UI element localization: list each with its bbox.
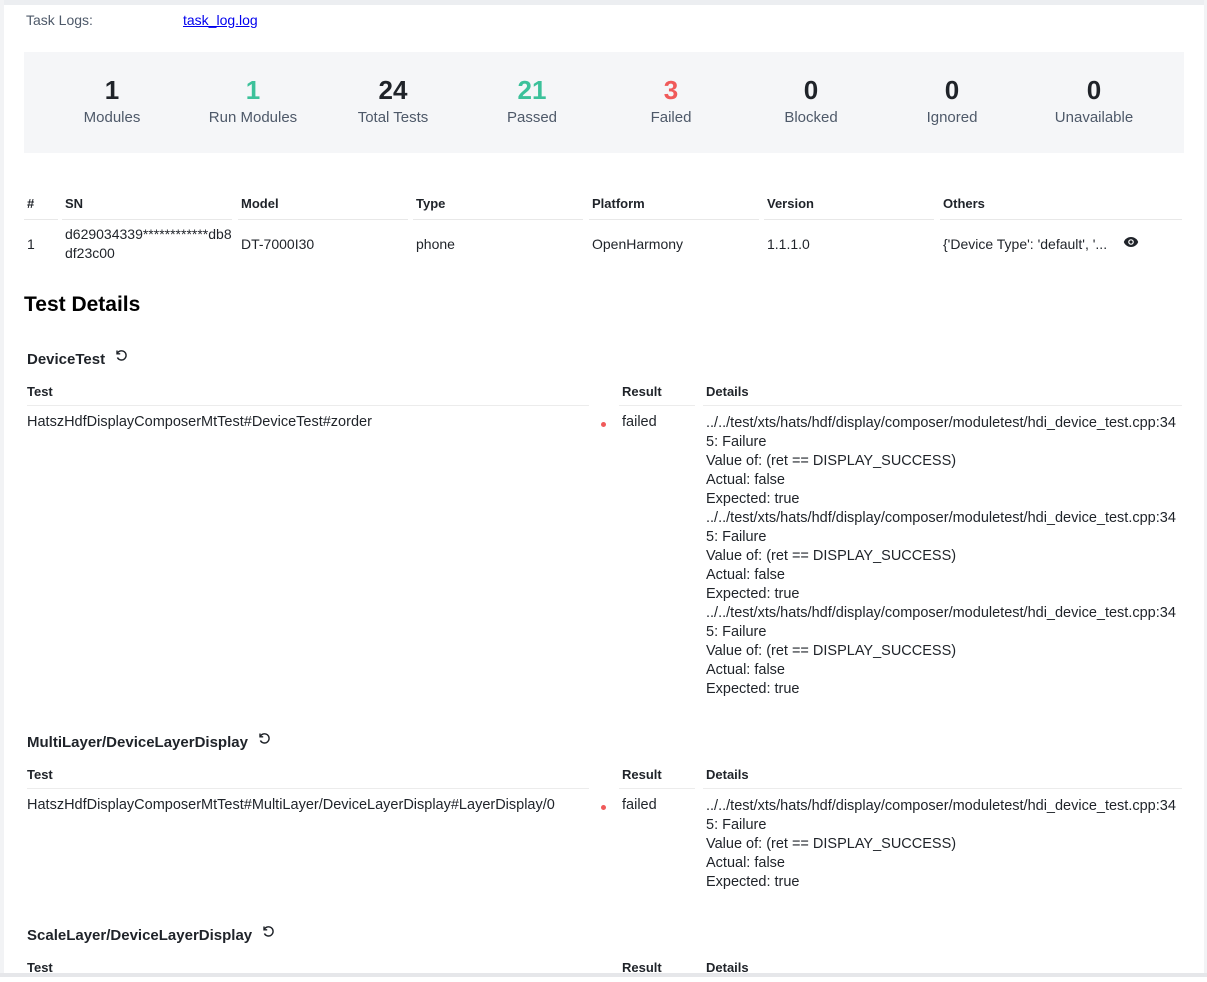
stat-label: Ignored	[926, 109, 978, 126]
column-header-result: Result	[622, 960, 662, 975]
failed-status-dot	[601, 805, 606, 810]
test-table-header: Test Result Details	[27, 767, 1182, 789]
group-name: DeviceTest	[27, 351, 106, 368]
stat-value: 0	[944, 75, 960, 105]
device-others: {'Device Type': 'default', '...	[943, 236, 1108, 252]
stat-label: Total Tests	[357, 109, 429, 126]
stat-label: Failed	[650, 109, 692, 126]
task-logs-label: Task Logs:	[26, 12, 93, 28]
device-version: 1.1.1.0	[767, 236, 810, 252]
test-name: HatszHdfDisplayComposerMtTest#MultiLayer…	[27, 797, 555, 813]
column-header-test: Test	[27, 767, 53, 782]
table-row: 1 d629034339************db8df23c00 DT-70…	[24, 220, 1184, 268]
test-name: HatszHdfDisplayComposerMtTest#DeviceTest…	[27, 414, 372, 430]
task-log-link[interactable]: task_log.log	[183, 12, 258, 28]
stat-value: 0	[803, 75, 819, 105]
group-title-scalelayer: ScaleLayer/DeviceLayerDisplay	[27, 924, 275, 944]
test-result: failed	[622, 797, 657, 813]
stat-unavailable: 0 Unavailable	[1024, 74, 1164, 128]
window-top-border	[0, 0, 1207, 5]
device-table: # SN Model Type Platform Version Others …	[24, 192, 1184, 268]
column-header-others: Others	[943, 196, 985, 211]
reload-icon[interactable]	[114, 348, 128, 366]
stat-passed: 21 Passed	[462, 74, 602, 128]
device-table-header: # SN Model Type Platform Version Others	[24, 192, 1184, 220]
stat-value: 3	[663, 75, 679, 105]
device-model: DT-7000I30	[241, 236, 315, 252]
column-header-result: Result	[622, 767, 662, 782]
stat-value: 24	[378, 75, 408, 105]
summary-stats-panel: 1 Modules 1 Run Modules 24 Total Tests 2…	[24, 52, 1184, 153]
stat-label: Modules	[83, 109, 141, 126]
column-header-details: Details	[706, 384, 749, 399]
group-name: MultiLayer/DeviceLayerDisplay	[27, 734, 248, 751]
column-header-version: Version	[767, 196, 814, 211]
failed-status-dot	[601, 422, 606, 427]
stat-run-modules: 1 Run Modules	[183, 74, 323, 128]
test-details-title: Test Details	[24, 293, 141, 316]
device-index: 1	[27, 236, 35, 252]
stat-modules: 1 Modules	[42, 74, 182, 128]
header-divider	[703, 405, 1182, 406]
group-title-multilayer: MultiLayer/DeviceLayerDisplay	[27, 731, 271, 751]
column-header-details: Details	[706, 767, 749, 782]
test-details-text: ../../test/xts/hats/hdf/display/composer…	[706, 798, 1176, 890]
group-title-devicetest: DeviceTest	[27, 348, 128, 368]
column-header-test: Test	[27, 384, 53, 399]
stat-label: Run Modules	[208, 109, 298, 126]
column-header-type: Type	[416, 196, 446, 211]
test-table-header: Test Result Details	[27, 384, 1182, 406]
device-sn: d629034339************db8df23c00	[65, 226, 232, 261]
stat-value: 1	[245, 75, 261, 105]
column-header-details: Details	[706, 960, 749, 975]
column-header-test: Test	[27, 960, 53, 975]
header-divider	[619, 405, 695, 406]
device-platform: OpenHarmony	[592, 236, 684, 252]
device-type: phone	[416, 236, 455, 252]
stat-failed: 3 Failed	[601, 74, 741, 128]
column-header-model: Model	[241, 196, 279, 211]
test-details-text: ../../test/xts/hats/hdf/display/composer…	[706, 415, 1176, 697]
window-left-border	[0, 0, 4, 977]
header-divider	[27, 405, 589, 406]
column-header-platform: Platform	[592, 196, 645, 211]
stat-blocked: 0 Blocked	[741, 74, 881, 128]
stat-total-tests: 24 Total Tests	[323, 74, 463, 128]
stat-label: Unavailable	[1054, 109, 1134, 126]
group-name: ScaleLayer/DeviceLayerDisplay	[27, 927, 253, 944]
header-divider	[27, 788, 589, 789]
stat-label: Blocked	[784, 109, 838, 126]
header-divider	[703, 788, 1182, 789]
test-table-header: Test Result Details	[27, 960, 1182, 982]
eye-icon[interactable]	[1123, 235, 1139, 247]
stat-value: 1	[104, 75, 120, 105]
column-header-index: #	[27, 196, 35, 211]
header-divider	[619, 788, 695, 789]
stat-ignored: 0 Ignored	[882, 74, 1022, 128]
stat-value: 0	[1086, 75, 1102, 105]
stat-value: 21	[517, 75, 547, 105]
column-header-result: Result	[622, 384, 662, 399]
reload-icon[interactable]	[257, 731, 271, 749]
test-result: failed	[622, 414, 657, 430]
reload-icon[interactable]	[261, 924, 275, 942]
stat-label: Passed	[506, 109, 558, 126]
column-header-sn: SN	[65, 196, 84, 211]
task-logs-row: Task Logs: task_log.log	[26, 12, 258, 28]
